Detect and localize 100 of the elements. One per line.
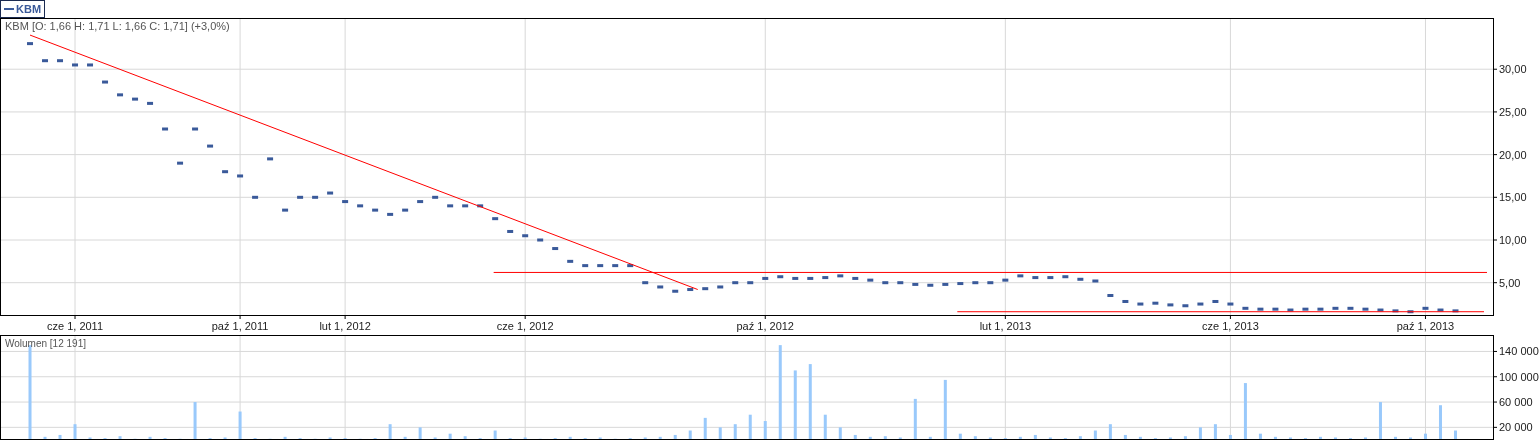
price-marker <box>282 208 289 212</box>
price-marker <box>552 247 559 251</box>
price-marker <box>1167 303 1174 307</box>
price-marker <box>1152 301 1159 305</box>
volume-bar <box>493 430 497 439</box>
volume-bar <box>748 414 752 439</box>
price-marker <box>1182 304 1189 308</box>
volume-bar <box>703 417 707 439</box>
axis-label: lut 1, 2012 <box>319 320 371 332</box>
price-marker <box>1437 308 1444 312</box>
price-marker <box>327 191 334 195</box>
volume-bar <box>1108 424 1112 439</box>
price-marker <box>1347 306 1354 310</box>
price-marker <box>807 276 814 280</box>
price-marker <box>1332 306 1339 310</box>
volume-bar <box>853 434 857 439</box>
price-marker <box>1032 276 1039 280</box>
price-marker <box>1077 277 1084 281</box>
axis-label: 25,00 <box>1499 105 1527 118</box>
chart-title: KBM [O: 1,66 H: 1,71 L: 1,66 C: 1,71] (+3,0%) <box>5 20 230 32</box>
price-marker <box>627 264 634 268</box>
price-marker <box>57 59 63 63</box>
price-marker <box>882 281 889 285</box>
volume-bar <box>763 421 767 439</box>
price-marker <box>1302 307 1309 311</box>
price-marker <box>162 127 169 131</box>
price-marker <box>597 264 604 268</box>
volume-bar <box>1243 383 1247 439</box>
volume-bar <box>1318 436 1322 439</box>
axis-label: lut 1, 2013 <box>979 320 1031 332</box>
price-marker <box>1002 278 1009 282</box>
price-marker <box>1197 302 1204 306</box>
price-marker <box>1272 307 1279 311</box>
axis-label: paź 1, 2011 <box>211 320 269 332</box>
volume-bar <box>1273 436 1277 439</box>
price-marker <box>417 200 424 204</box>
price-marker <box>297 195 304 199</box>
volume-bar <box>1138 436 1142 439</box>
axis-label: 5,00 <box>1499 276 1521 289</box>
volume-bar <box>973 436 977 439</box>
volume-bar <box>148 436 152 439</box>
volume-bar <box>688 430 692 439</box>
price-marker <box>462 204 469 208</box>
volume-bar <box>718 427 722 439</box>
volume-bar <box>1183 436 1187 439</box>
price-marker <box>867 278 874 282</box>
volume-bar <box>283 436 287 439</box>
axis-label: 20,00 <box>1499 148 1527 161</box>
price-marker <box>1422 306 1429 310</box>
price-marker <box>1452 309 1459 313</box>
volume-bar <box>673 434 677 439</box>
price-marker <box>777 275 784 279</box>
price-marker <box>612 264 619 268</box>
price-marker <box>132 97 139 101</box>
price-marker <box>1407 310 1414 314</box>
price-marker <box>1257 307 1264 311</box>
volume-bar <box>58 434 62 439</box>
volume-bar <box>883 436 887 439</box>
volume-bar <box>1198 427 1202 439</box>
volume-bar <box>1258 433 1262 439</box>
price-marker <box>1242 306 1249 310</box>
price-marker <box>222 170 229 174</box>
volume-bar <box>448 433 452 439</box>
axis-label: 60 000 <box>1499 396 1533 409</box>
volume-bar <box>418 427 422 439</box>
price-marker <box>402 208 409 212</box>
price-marker <box>837 274 844 278</box>
price-marker <box>1317 307 1324 311</box>
volume-bar <box>958 433 962 439</box>
volume-bar <box>868 436 872 439</box>
volume-bar <box>1378 402 1382 439</box>
price-marker <box>357 204 364 208</box>
price-marker <box>897 281 904 285</box>
volume-bar <box>1123 434 1127 439</box>
legend-item[interactable]: KBM <box>0 0 46 18</box>
price-marker <box>177 161 184 165</box>
price-marker <box>372 208 379 212</box>
axis-label: 20 000 <box>1499 421 1533 434</box>
price-marker <box>537 238 544 242</box>
price-marker <box>447 204 454 208</box>
price-marker <box>642 281 649 285</box>
price-marker <box>657 285 664 289</box>
price-marker <box>942 282 949 286</box>
volume-bar <box>403 436 407 439</box>
volume-bar <box>568 436 572 439</box>
price-marker <box>1227 302 1234 306</box>
price-marker <box>237 174 244 178</box>
volume-bar <box>1093 430 1097 439</box>
price-marker <box>687 288 694 292</box>
price-marker <box>822 276 829 280</box>
volume-bar <box>1424 433 1427 439</box>
volume-bar <box>823 414 827 439</box>
volume-bar <box>928 436 932 439</box>
volume-bar <box>1213 424 1217 439</box>
volume-bar <box>1078 436 1082 439</box>
price-marker <box>762 276 769 280</box>
volume-bar <box>388 424 392 439</box>
price-marker <box>1107 294 1114 297</box>
price-marker <box>207 144 214 148</box>
axis-label: paź 1, 2013 <box>1396 320 1455 332</box>
